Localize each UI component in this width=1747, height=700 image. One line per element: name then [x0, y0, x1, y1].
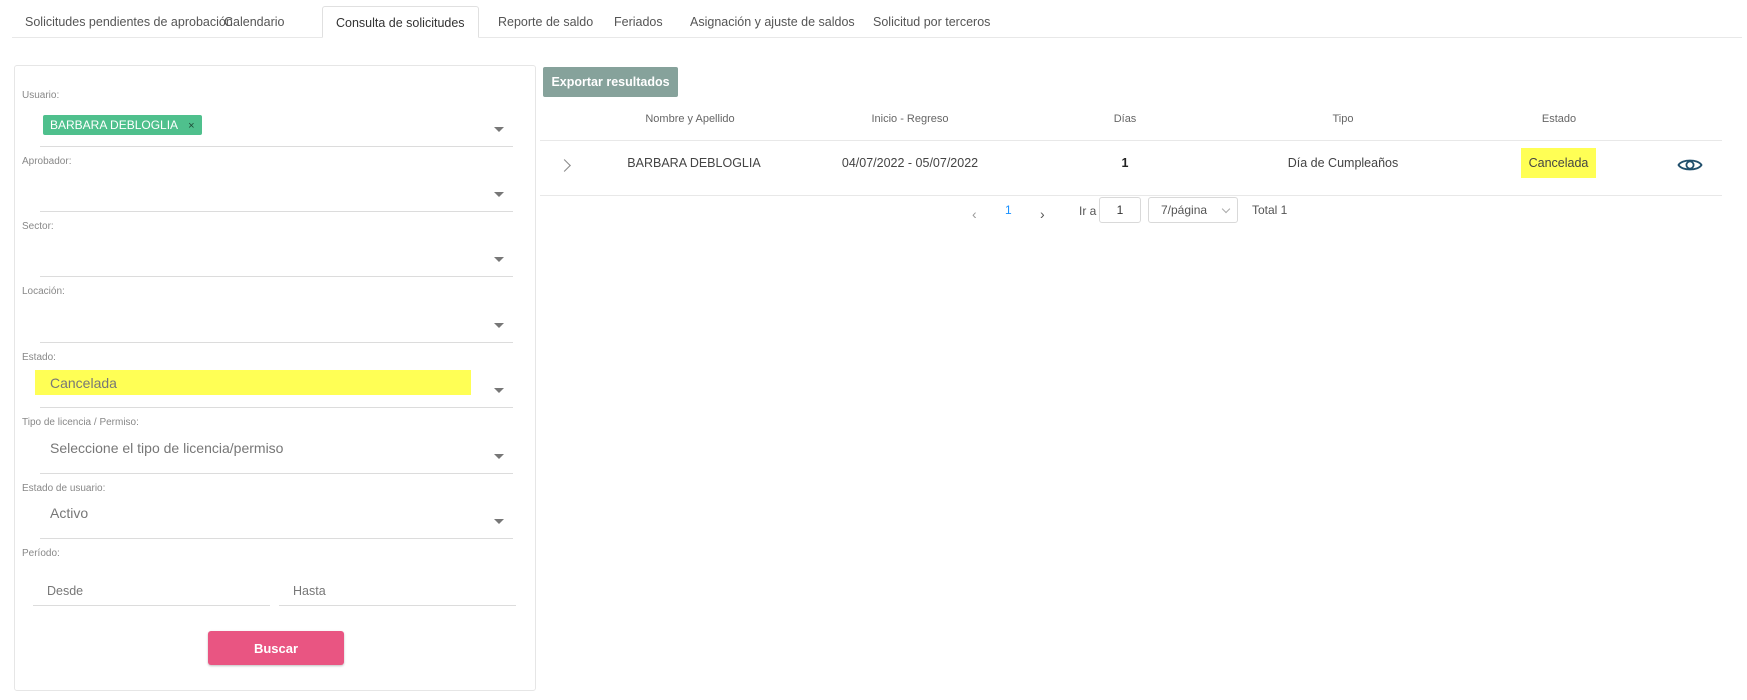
estado-label: Estado:	[22, 352, 56, 363]
cell-dias: 1	[1121, 156, 1129, 170]
cell-fechas: 04/07/2022 - 05/07/2022	[841, 156, 979, 170]
tab-asignacion-ajuste-saldos[interactable]: Asignación y ajuste de saldos	[677, 6, 868, 38]
tipo-licencia-placeholder: Seleccione el tipo de licencia/permiso	[50, 440, 284, 456]
tab-reporte-saldo[interactable]: Reporte de saldo	[485, 6, 606, 38]
locacion-underline	[40, 342, 513, 343]
page-size-select[interactable]: 7/página	[1148, 197, 1238, 223]
estado-usuario-value: Activo	[50, 505, 89, 521]
dropdown-caret-icon	[494, 519, 504, 524]
tab-solicitud-terceros[interactable]: Solicitud por terceros	[860, 6, 1003, 38]
dropdown-caret-icon	[494, 454, 504, 459]
sector-underline	[40, 276, 513, 277]
dropdown-caret-icon	[494, 323, 504, 328]
hasta-placeholder: Hasta	[293, 584, 326, 598]
tab-bar: Solicitudes pendientes de aprobación Cal…	[12, 0, 1742, 38]
tab-consulta-solicitudes[interactable]: Consulta de solicitudes	[322, 6, 479, 38]
expand-row-icon[interactable]	[558, 159, 571, 172]
dropdown-caret-icon	[494, 257, 504, 262]
aprobador-label: Aprobador:	[22, 156, 72, 167]
dropdown-caret-icon	[494, 388, 504, 393]
estado-underline	[40, 407, 513, 408]
goto-label: Ir a	[1079, 204, 1097, 218]
buscar-button[interactable]: Buscar	[208, 631, 344, 665]
chevron-right-icon[interactable]: ›	[1040, 206, 1045, 222]
chevron-left-icon[interactable]: ‹	[972, 206, 977, 222]
export-results-button[interactable]: Exportar resultados	[543, 67, 678, 97]
tipo-licencia-underline	[40, 473, 513, 474]
tab-feriados[interactable]: Feriados	[601, 6, 676, 38]
column-header-inicio-regreso[interactable]: Inicio - Regreso	[860, 113, 960, 125]
locacion-label: Locación:	[22, 286, 65, 297]
aprobador-underline	[40, 211, 513, 212]
eye-icon[interactable]	[1677, 156, 1703, 174]
estado-usuario-select[interactable]: Estado de usuario: Activo	[22, 483, 532, 539]
periodo-label: Período:	[22, 548, 60, 559]
tipo-licencia-label: Tipo de licencia / Permiso:	[22, 417, 139, 428]
page-size-value: 7/página	[1161, 203, 1208, 217]
status-badge: Cancelada	[1521, 148, 1596, 178]
usuario-chip: BARBARA DEBLOGLIA ×	[43, 115, 202, 135]
column-header-dias[interactable]: Días	[1095, 113, 1155, 125]
desde-underline	[33, 605, 270, 606]
cell-nombre: BARBARA DEBLOGLIA	[627, 156, 761, 170]
aprobador-select[interactable]: Aprobador:	[22, 156, 532, 212]
hasta-date-input[interactable]: Hasta	[279, 576, 516, 606]
pagination-page-1[interactable]: 1	[1005, 203, 1012, 217]
chip-close-icon[interactable]: ×	[188, 120, 194, 132]
locacion-select[interactable]: Locación:	[22, 286, 532, 343]
filter-panel: Usuario: BARBARA DEBLOGLIA × Aprobador: S…	[14, 65, 536, 691]
estado-select[interactable]: Estado: Cancelada	[22, 352, 532, 408]
cell-tipo: Día de Cumpleaños	[1287, 156, 1399, 170]
column-header-nombre[interactable]: Nombre y Apellido	[640, 113, 740, 125]
usuario-select[interactable]: Usuario: BARBARA DEBLOGLIA ×	[22, 90, 532, 147]
desde-placeholder: Desde	[47, 584, 84, 598]
tab-calendario[interactable]: Calendario	[211, 6, 297, 38]
usuario-chip-label: BARBARA DEBLOGLIA	[50, 118, 179, 132]
header-divider	[540, 140, 1722, 141]
estado-usuario-underline	[40, 538, 513, 539]
column-header-tipo[interactable]: Tipo	[1293, 113, 1393, 125]
row-divider	[540, 195, 1722, 196]
sector-label: Sector:	[22, 221, 54, 232]
estado-usuario-label: Estado de usuario:	[22, 483, 106, 494]
goto-page-input[interactable]	[1099, 197, 1141, 223]
sector-select[interactable]: Sector:	[22, 221, 532, 277]
estado-value: Cancelada	[50, 375, 117, 391]
total-count: Total 1	[1252, 203, 1288, 217]
usuario-underline	[40, 146, 513, 147]
desde-date-input[interactable]: Desde	[33, 576, 270, 606]
usuario-label: Usuario:	[22, 90, 60, 101]
chevron-down-icon	[1221, 204, 1231, 214]
tipo-licencia-select[interactable]: Tipo de licencia / Permiso: Seleccione e…	[22, 417, 532, 474]
dropdown-caret-icon	[494, 192, 504, 197]
column-header-estado[interactable]: Estado	[1509, 113, 1609, 125]
hasta-underline	[279, 605, 516, 606]
dropdown-caret-icon	[494, 127, 504, 132]
